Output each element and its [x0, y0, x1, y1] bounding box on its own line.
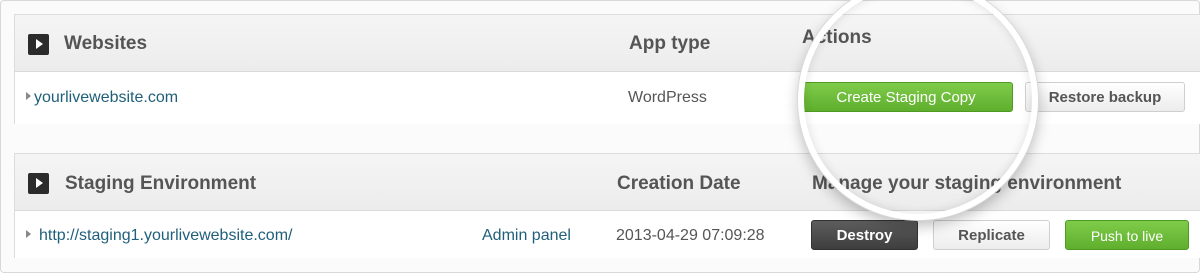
- staging-url-link[interactable]: http://staging1.yourlivewebsite.com/: [39, 227, 292, 245]
- websites-header-row: Websites App type Actions: [15, 15, 1200, 72]
- caret-right-icon[interactable]: [26, 230, 31, 238]
- staging-header-row: Staging Environment Creation Date Manage…: [15, 154, 1200, 211]
- create-staging-copy-button[interactable]: Create Staging Copy: [799, 82, 1013, 112]
- website-row: yourlivewebsite.com WordPress Create Sta…: [15, 72, 1200, 124]
- creation-date-heading: Creation Date: [617, 173, 741, 194]
- expand-play-icon[interactable]: [28, 173, 49, 194]
- manage-staging-heading: Manage your staging environment: [812, 173, 1122, 194]
- destroy-button[interactable]: Destroy: [811, 220, 918, 250]
- expand-play-icon[interactable]: [28, 34, 49, 55]
- restore-backup-button[interactable]: Restore backup: [1025, 82, 1185, 112]
- creation-date-value: 2013-04-29 07:09:28: [616, 227, 765, 244]
- staging-heading: Staging Environment: [65, 173, 257, 194]
- admin-panel-link[interactable]: Admin panel: [482, 227, 571, 245]
- websites-heading: Websites: [64, 33, 148, 54]
- push-to-live-button[interactable]: Push to live: [1065, 220, 1189, 250]
- replicate-button[interactable]: Replicate: [933, 220, 1050, 250]
- actions-heading: Actions: [802, 27, 872, 48]
- app-type-value: WordPress: [628, 89, 707, 106]
- website-url-link[interactable]: yourlivewebsite.com: [34, 89, 178, 107]
- staging-row: http://staging1.yourlivewebsite.com/ Adm…: [15, 211, 1200, 258]
- caret-right-icon[interactable]: [26, 92, 31, 100]
- staging-panel: Staging Environment Creation Date Manage…: [14, 153, 1200, 258]
- hosting-panel: Websites App type Actions yourlivewebsit…: [0, 0, 1200, 273]
- websites-panel: Websites App type Actions yourlivewebsit…: [14, 14, 1200, 124]
- app-type-heading: App type: [629, 33, 711, 54]
